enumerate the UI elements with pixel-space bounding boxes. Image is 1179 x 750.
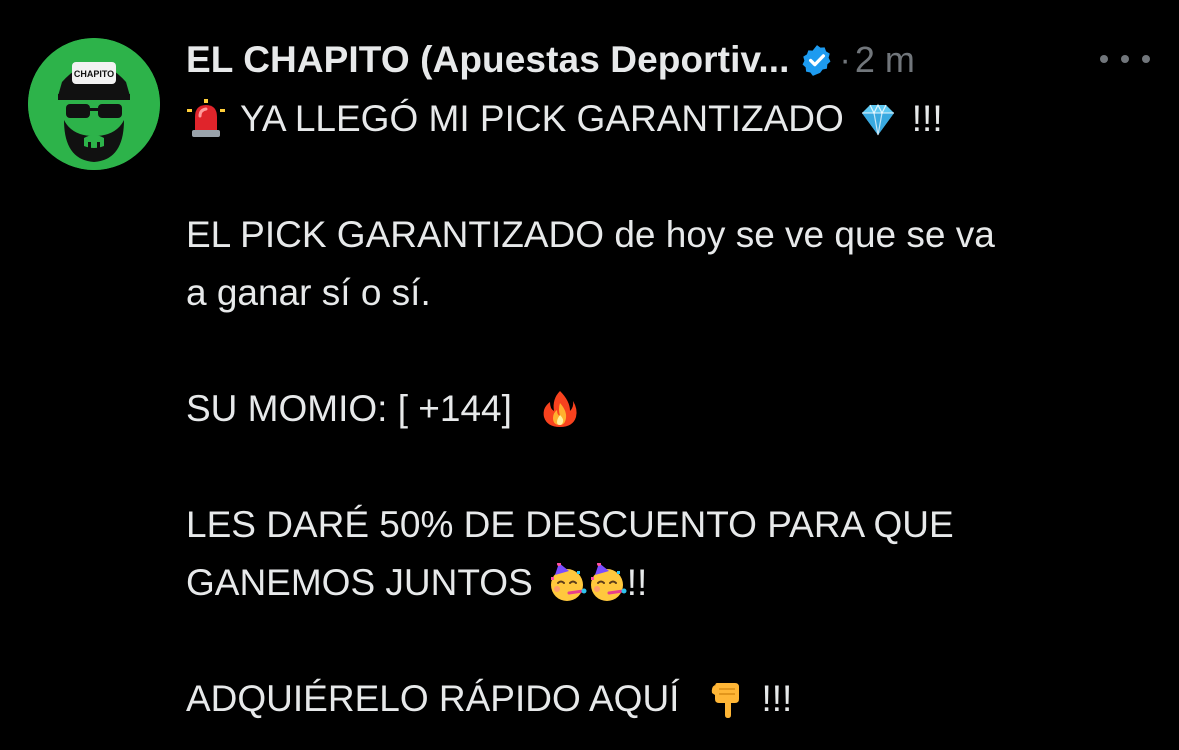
post-line: ADQUIÉRELO RÁPIDO AQUÍ !!! [186,670,1146,728]
avatar-image: CHAPITO [28,38,160,170]
more-dot [1121,55,1129,63]
partying-face-emoji [587,563,627,603]
post-line-2: EL PICK GARANTIZADO de hoy se ve que se … [186,214,995,255]
gem-stone-emoji [858,99,898,139]
more-dot [1142,55,1150,63]
backhand-index-pointing-down-emoji [707,679,747,719]
police-light-emoji [186,99,226,139]
post-header: EL CHAPITO (Apuestas Deportiv... · 2 m [186,34,915,86]
avatar[interactable]: CHAPITO [28,38,160,170]
post-line-7-text: ADQUIÉRELO RÁPIDO AQUÍ [186,678,680,719]
post-line-6-text: GANEMOS JUNTOS [186,562,533,603]
post-line: a ganar sí o sí. [186,264,1146,322]
post-line: GANEMOS JUNTOS !! [186,554,1146,612]
partying-face-emoji [547,563,587,603]
fire-emoji [540,389,580,429]
post-line: SU MOMIO: [ +144] [186,380,1146,438]
post-time[interactable]: 2 m [855,39,915,81]
post-line-1-text: YA LLEGÓ MI PICK GARANTIZADO [240,98,844,139]
post-body: YA LLEGÓ MI PICK GARANTIZADO !!! EL PICK… [186,90,1146,728]
post-line-4-text: SU MOMIO: [ +144] [186,388,512,429]
post-line: EL PICK GARANTIZADO de hoy se ve que se … [186,206,1146,264]
post-line-1-end: !!! [911,98,943,139]
author-name[interactable]: EL CHAPITO (Apuestas Deportiv... [186,39,790,81]
more-dot [1100,55,1108,63]
post-line-5: LES DARÉ 50% DE DESCUENTO PARA QUE [186,504,954,545]
post-line: YA LLEGÓ MI PICK GARANTIZADO !!! [186,90,1146,148]
verified-badge-icon[interactable] [800,43,834,77]
separator-dot: · [839,40,851,79]
post-line-6-end: !! [626,562,648,603]
post-line-3: a ganar sí o sí. [186,272,431,313]
more-options-icon[interactable] [1100,48,1150,70]
avatar-cap-text: CHAPITO [74,69,114,79]
post-line-7-end: !!! [761,678,793,719]
post-line: LES DARÉ 50% DE DESCUENTO PARA QUE [186,496,1146,554]
